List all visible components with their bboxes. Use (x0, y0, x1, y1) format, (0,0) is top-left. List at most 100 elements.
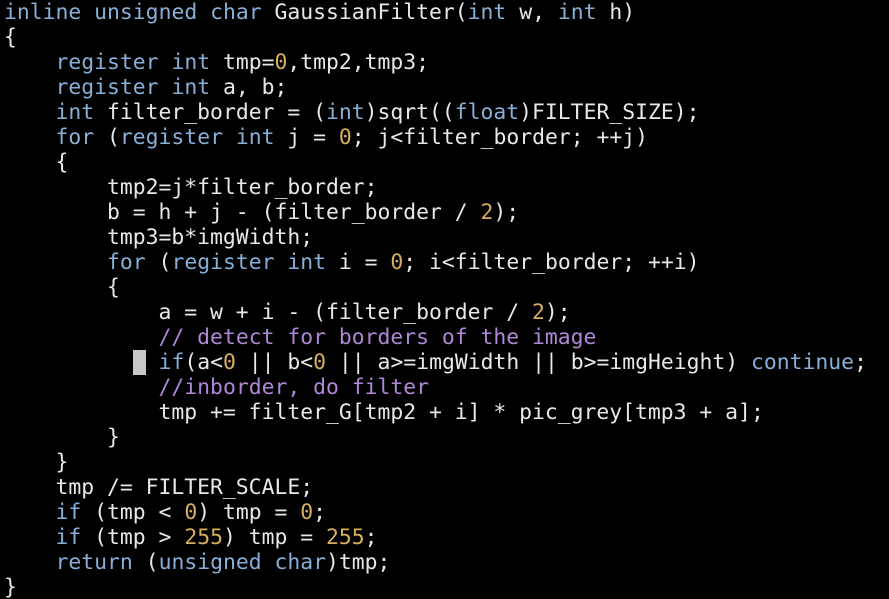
code-token: } (4, 450, 69, 475)
number-token: 0 (313, 350, 327, 375)
code-line[interactable]: // detect for borders of the image (4, 325, 597, 350)
keyword-token: int (467, 0, 507, 25)
keyword-token: int (171, 50, 211, 75)
code-token: ( (145, 250, 172, 275)
keyword-token: register (55, 75, 159, 100)
keyword-token: for (107, 250, 146, 275)
code-token: ,tmp2,tmp3; (287, 50, 430, 75)
number-token: 2 (480, 200, 494, 225)
code-line[interactable]: tmp3=b*imgWidth; (4, 225, 313, 250)
number-token: 0 (390, 250, 404, 275)
code-token: ); (493, 200, 520, 225)
code-token: ; (854, 350, 867, 375)
code-token: } (4, 425, 120, 450)
keyword-token: if (55, 500, 82, 525)
code-token: ; j<filter_border; ++j) (351, 125, 648, 150)
code-token: { (4, 275, 120, 300)
code-token: a, b; (210, 75, 288, 100)
code-token: || b< (235, 350, 314, 375)
code-token: (tmp < (81, 500, 185, 525)
code-token: GaussianFilter( (261, 0, 468, 25)
code-line[interactable]: tmp /= FILTER_SCALE; (4, 475, 314, 500)
code-token: j = (274, 125, 339, 150)
keyword-token: int (235, 125, 275, 150)
code-line[interactable]: { (4, 275, 120, 300)
code-token: ); (544, 300, 571, 325)
keyword-token: float (454, 100, 520, 125)
code-token: ( (132, 550, 159, 575)
keyword-token: int (287, 250, 326, 275)
code-token: (a< (184, 350, 223, 375)
code-line[interactable]: a = w + i - (filter_border / 2); (4, 300, 571, 325)
code-line[interactable]: register int a, b; (4, 75, 288, 100)
code-token: ; (364, 525, 378, 550)
code-token: h) (596, 0, 636, 25)
code-line[interactable]: { (4, 150, 69, 175)
code-line[interactable]: inline unsigned char GaussianFilter(int … (4, 0, 635, 25)
keyword-token: unsigned (94, 0, 198, 25)
code-token: ; (313, 500, 327, 525)
code-token: || a>=imgWidth || b>=imgHeight) (326, 350, 752, 375)
keyword-token: int (55, 100, 95, 125)
code-token: tmp /= FILTER_SCALE; (4, 475, 314, 500)
code-line[interactable]: int filter_border = (int)sqrt((float)FIL… (4, 100, 700, 125)
code-token: { (4, 25, 17, 50)
number-token: 0 (222, 350, 236, 375)
keyword-token: register (119, 125, 223, 150)
code-line[interactable]: if (tmp < 0) tmp = 0; (4, 500, 327, 525)
comment-token: // detect for borders of the image (158, 325, 597, 350)
code-line[interactable]: tmp2=j*filter_border; (4, 175, 377, 200)
code-token-part (4, 350, 133, 375)
code-line[interactable]: //inborder, do filter (4, 375, 429, 400)
code-line[interactable]: register int tmp=0,tmp2,tmp3; (4, 50, 430, 75)
number-token: 0 (184, 500, 198, 525)
number-token: 0 (274, 50, 288, 75)
code-line[interactable]: for (register int j = 0; j<filter_border… (4, 125, 648, 150)
code-line[interactable]: b = h + j - (filter_border / 2); (4, 200, 519, 225)
keyword-token: if (55, 525, 82, 550)
code-line[interactable]: tmp += filter_G[tmp2 + i] * pic_grey[tmp… (4, 400, 764, 425)
code-line[interactable]: if(a<0 || b<0 || a>=imgWidth || b>=imgHe… (4, 350, 867, 375)
code-token: tmp += filter_G[tmp2 + i] * pic_grey[tmp… (4, 400, 764, 425)
code-line[interactable]: } (4, 425, 120, 450)
code-line[interactable]: for (register int i = 0; i<filter_border… (4, 250, 699, 275)
number-token: 2 (532, 300, 545, 325)
code-token-part (146, 350, 159, 375)
code-line[interactable]: if (tmp > 255) tmp = 255; (4, 525, 378, 550)
code-token: tmp2=j*filter_border; (4, 175, 378, 200)
code-token: w, (506, 0, 558, 25)
keyword-token: return (55, 550, 133, 575)
number-token: 255 (184, 525, 223, 550)
keyword-token: inline (4, 0, 82, 25)
keyword-token: char (274, 550, 326, 575)
text-cursor (132, 350, 146, 375)
keyword-token: int (325, 100, 365, 125)
code-token: )sqrt(( (364, 100, 455, 125)
code-token (4, 350, 159, 375)
comment-token: //inborder, do filter (158, 375, 429, 400)
code-line[interactable]: { (4, 25, 17, 50)
code-token: tmp3=b*imgWidth; (4, 225, 314, 250)
code-line[interactable]: return (unsigned char)tmp; (4, 550, 391, 575)
code-editor[interactable]: inline unsigned char GaussianFilter( int … (0, 0, 889, 599)
keyword-token: register (171, 250, 275, 275)
code-token: ) tmp = (197, 500, 301, 525)
code-line[interactable]: } (4, 450, 69, 475)
code-line[interactable]: } (4, 575, 17, 599)
code-token: a = w + i - (filter_border / (4, 300, 533, 325)
